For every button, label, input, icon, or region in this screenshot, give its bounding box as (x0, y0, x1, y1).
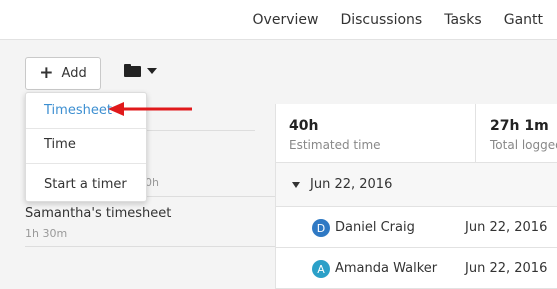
expand-triangle-icon (292, 182, 300, 188)
stats-bar: 40h Estimated time 27h 1m Total logged (276, 104, 557, 163)
date-group-header[interactable]: Jun 22, 2016 (276, 163, 557, 207)
caret-down-icon (147, 67, 157, 74)
nav-discussions[interactable]: Discussions (340, 12, 422, 28)
timesheet-name: Samantha's timesheet (25, 206, 172, 221)
nav-gantt[interactable]: Gantt (504, 12, 543, 28)
menu-divider (26, 128, 146, 129)
avatar: D (312, 219, 330, 237)
folder-dropdown-button[interactable] (124, 64, 157, 77)
timesheet-panel: 40h Estimated time 27h 1m Total logged J… (275, 104, 557, 289)
timesheet-duration: 1h 30m (25, 227, 68, 240)
red-arrow-annotation (108, 102, 192, 116)
nav-tasks[interactable]: Tasks (444, 12, 482, 28)
nav-overview[interactable]: Overview (253, 12, 319, 28)
menu-item-time[interactable]: Time (26, 137, 146, 152)
entry-date: Jun 22, 2016 (465, 261, 548, 276)
table-row[interactable]: A Amanda Walker Jun 22, 2016 (276, 248, 557, 289)
list-item[interactable]: Samantha's timesheet 1h 30m (25, 198, 275, 247)
folder-icon (124, 64, 141, 77)
stat-label: Total logged (490, 138, 557, 152)
stat-divider (475, 104, 476, 163)
table-row[interactable]: D Daniel Craig Jun 22, 2016 (276, 207, 557, 248)
add-button[interactable]: + Add (25, 57, 101, 90)
stat-value: 40h (289, 118, 319, 134)
top-bar: Overview Discussions Tasks Gantt (0, 0, 557, 40)
entry-person: Amanda Walker (335, 261, 438, 276)
plus-icon: + (39, 63, 54, 83)
date-group-label: Jun 22, 2016 (310, 177, 393, 192)
top-nav: Overview Discussions Tasks Gantt (231, 0, 543, 40)
entry-date: Jun 22, 2016 (465, 220, 548, 235)
menu-item-start-timer[interactable]: Start a timer (26, 177, 146, 192)
entry-person: Daniel Craig (335, 220, 415, 235)
stat-value: 27h 1m (490, 118, 549, 134)
avatar: A (312, 260, 330, 278)
add-button-label: Add (61, 66, 87, 81)
list-item-duration: 0h (145, 176, 159, 189)
menu-divider (26, 163, 146, 164)
stat-label: Estimated time (289, 138, 381, 152)
